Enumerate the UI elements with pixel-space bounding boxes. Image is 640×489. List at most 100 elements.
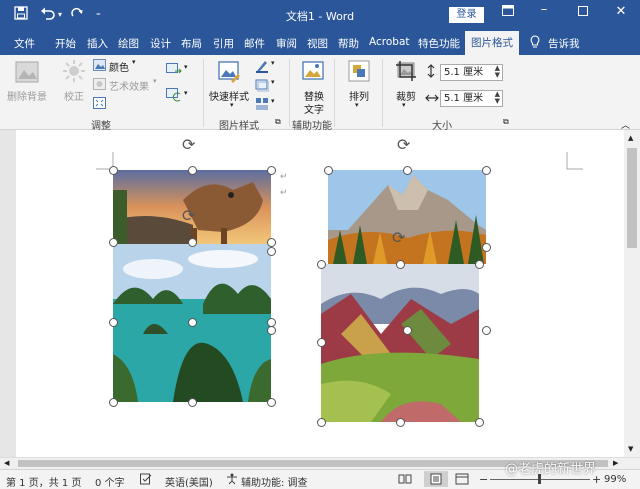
minimize-icon[interactable]: – (534, 2, 554, 17)
color-icon[interactable] (93, 59, 106, 74)
language-indicator[interactable]: 英语(美国) (165, 474, 213, 489)
alt-text-icon[interactable] (301, 59, 325, 86)
scroll-up-icon[interactable]: ▲ (628, 134, 633, 142)
quick-styles-icon[interactable] (216, 59, 242, 88)
change-picture-dropdown-icon[interactable]: ▾ (184, 63, 188, 71)
document-page[interactable]: ↵ ↵ ⟳ ⟳ ⟳ ⟳ (16, 130, 624, 457)
tab-file[interactable]: 文件 (14, 36, 35, 51)
picture-effects-dropdown-icon[interactable]: ▾ (271, 78, 275, 86)
tab-design[interactable]: 设计 (150, 36, 171, 51)
rotate-handle-icon[interactable]: ⟳ (182, 206, 195, 225)
tab-picture-format[interactable]: 图片格式 (465, 31, 519, 55)
resize-handle[interactable] (188, 318, 197, 327)
picture-layout-icon[interactable] (255, 97, 269, 114)
artistic-effects-icon[interactable] (93, 78, 106, 93)
reset-picture-icon[interactable] (166, 88, 182, 105)
resize-handle[interactable] (324, 166, 333, 175)
height-input[interactable]: 5.1 厘米 ▲ ▼ (440, 64, 503, 81)
resize-handle[interactable] (109, 166, 118, 175)
tab-mailings[interactable]: 邮件 (244, 36, 265, 51)
rotate-handle-icon[interactable]: ⟳ (182, 135, 195, 154)
resize-handle[interactable] (403, 326, 412, 335)
resize-handle[interactable] (267, 247, 276, 256)
tab-special-features[interactable]: 特色功能 (418, 36, 460, 51)
resize-handle[interactable] (267, 326, 276, 335)
accessibility-status[interactable]: 辅助功能: 调查 (241, 474, 308, 489)
resize-handle[interactable] (267, 166, 276, 175)
arrange-icon[interactable] (347, 59, 371, 86)
close-icon[interactable]: ✕ (611, 4, 631, 19)
remove-background-icon[interactable] (14, 59, 40, 88)
reset-picture-dropdown-icon[interactable]: ▾ (184, 89, 188, 97)
resize-handle[interactable] (267, 398, 276, 407)
resize-handle[interactable] (188, 166, 197, 175)
web-layout-icon[interactable] (455, 473, 469, 488)
ribbon-display-options-icon[interactable] (498, 5, 518, 20)
color-label[interactable]: 颜色 (109, 59, 129, 74)
resize-handle[interactable] (396, 260, 405, 269)
scroll-thumb[interactable] (627, 148, 637, 248)
resize-handle[interactable] (396, 418, 405, 427)
login-button[interactable]: 登录 (449, 7, 484, 23)
width-spin-icon[interactable]: ▲ ▼ (495, 91, 500, 105)
picture-rainbow-mountains[interactable] (321, 264, 479, 422)
resize-handle[interactable] (109, 398, 118, 407)
corrections-icon[interactable] (62, 59, 86, 86)
tab-acrobat[interactable]: Acrobat (369, 36, 410, 48)
zoom-out-icon[interactable]: − (479, 473, 488, 486)
tab-layout[interactable]: 布局 (181, 36, 202, 51)
resize-handle[interactable] (317, 338, 326, 347)
picture-effects-icon[interactable] (255, 78, 270, 95)
picture-mountain-forest[interactable] (328, 170, 486, 264)
picture-layout-dropdown-icon[interactable]: ▾ (271, 97, 275, 105)
arrange-dropdown-icon[interactable]: ▾ (355, 101, 359, 109)
rotate-handle-icon[interactable]: ⟳ (392, 228, 405, 247)
resize-handle[interactable] (475, 418, 484, 427)
tab-view[interactable]: 视图 (307, 36, 328, 51)
tab-draw[interactable]: 绘图 (118, 36, 139, 51)
tell-me-search[interactable]: 告诉我 (548, 36, 580, 51)
page-count[interactable]: 第 1 页，共 1 页 (6, 474, 81, 489)
compress-pictures-icon[interactable] (93, 97, 106, 112)
alt-text-label-line2[interactable]: 文字 (304, 101, 324, 116)
word-count[interactable]: 0 个字 (95, 474, 125, 489)
crop-label[interactable]: 裁剪 (396, 88, 416, 103)
proofing-icon[interactable] (140, 473, 152, 488)
resize-handle[interactable] (267, 238, 276, 247)
arrange-label[interactable]: 排列 (349, 88, 369, 103)
scroll-right-icon[interactable]: ▶ (613, 459, 618, 467)
resize-handle[interactable] (188, 238, 197, 247)
size-launcher-icon[interactable]: ⧉ (503, 117, 509, 127)
resize-handle[interactable] (317, 418, 326, 427)
quick-styles-dropdown-icon[interactable]: ▾ (230, 101, 234, 109)
accessibility-icon[interactable] (226, 473, 238, 488)
tab-references[interactable]: 引用 (213, 36, 234, 51)
resize-handle[interactable] (403, 166, 412, 175)
print-layout-icon[interactable] (424, 471, 448, 487)
zoom-level[interactable]: 99% (604, 474, 626, 485)
resize-handle[interactable] (109, 318, 118, 327)
resize-handle[interactable] (188, 398, 197, 407)
change-picture-icon[interactable] (166, 63, 182, 80)
quick-styles-label[interactable]: 快速样式 (209, 88, 249, 103)
rotate-handle-icon[interactable]: ⟳ (397, 135, 410, 154)
crop-dropdown-icon[interactable]: ▾ (402, 101, 406, 109)
resize-handle[interactable] (482, 166, 491, 175)
resize-handle[interactable] (317, 260, 326, 269)
crop-icon[interactable] (394, 59, 418, 86)
tab-insert[interactable]: 插入 (87, 36, 108, 51)
resize-handle[interactable] (482, 326, 491, 335)
height-spin-icon[interactable]: ▲ ▼ (495, 65, 500, 79)
width-input[interactable]: 5.1 厘米 ▲ ▼ (440, 90, 503, 107)
picture-border-dropdown-icon[interactable]: ▾ (271, 59, 275, 67)
resize-handle[interactable] (475, 260, 484, 269)
vertical-scrollbar[interactable]: ▲ ▼ (624, 130, 640, 457)
tab-home[interactable]: 开始 (55, 36, 76, 51)
color-dropdown-icon[interactable]: ▾ (132, 58, 136, 66)
scroll-down-icon[interactable]: ▼ (628, 445, 633, 453)
resize-handle[interactable] (482, 243, 491, 252)
picture-border-icon[interactable] (255, 59, 269, 76)
maximize-icon[interactable] (573, 5, 593, 20)
tab-help[interactable]: 帮助 (338, 36, 359, 51)
scroll-left-icon[interactable]: ◀ (4, 459, 9, 467)
